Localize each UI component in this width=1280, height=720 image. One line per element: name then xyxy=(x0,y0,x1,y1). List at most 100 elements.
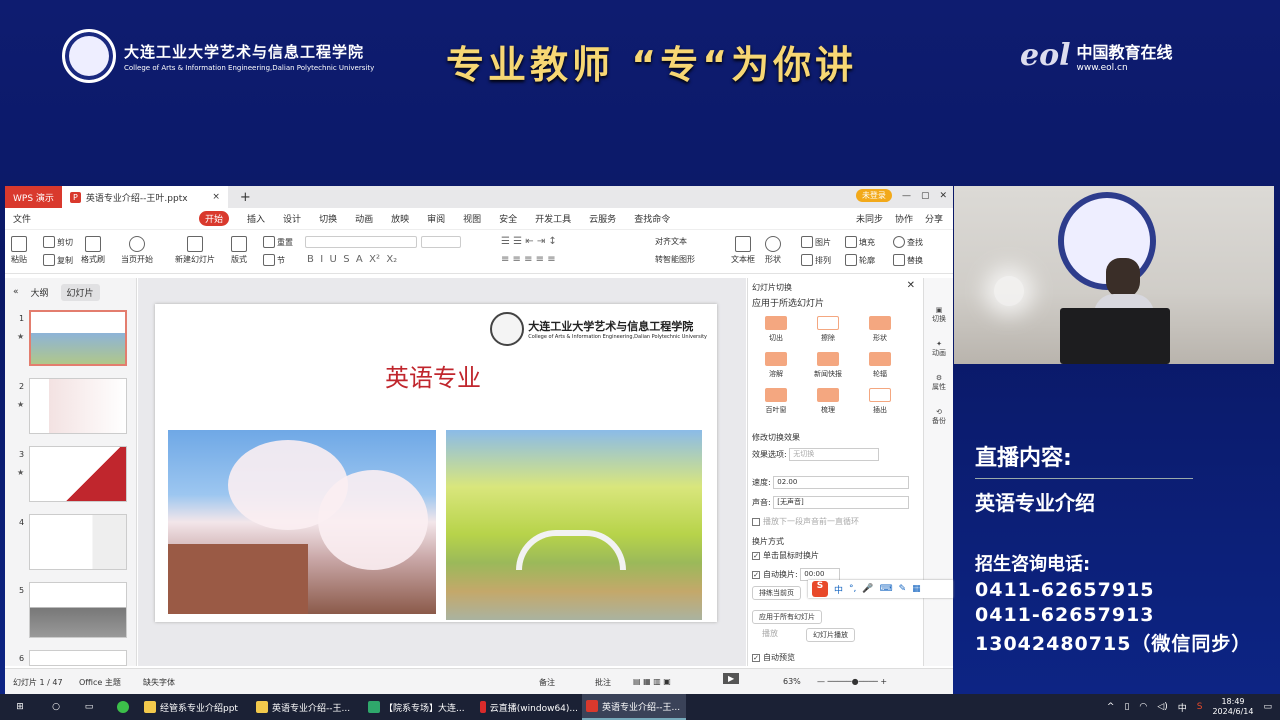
taskbar-item[interactable]: 云直播(window64)... xyxy=(476,694,582,720)
menu-security[interactable]: 安全 xyxy=(499,212,517,225)
menu-file[interactable]: 文件 xyxy=(13,212,31,225)
cut-button[interactable]: 剪切 xyxy=(43,236,73,248)
maximize-icon[interactable]: ▢ xyxy=(921,191,930,201)
menu-cloud[interactable]: 云服务 xyxy=(589,212,616,225)
play-from-current-button[interactable]: 当页开始 xyxy=(121,236,153,265)
menu-animation[interactable]: 动画 xyxy=(355,212,373,225)
task-view-button[interactable]: ▭ xyxy=(72,694,106,720)
volume-icon[interactable]: ◁) xyxy=(1157,702,1167,712)
tray-chevron-icon[interactable]: ^ xyxy=(1107,702,1115,712)
close-icon[interactable]: ✕ xyxy=(939,191,947,201)
menu-home[interactable]: 开始 xyxy=(199,211,230,226)
keyboard-icon[interactable]: ⌨ xyxy=(880,584,893,594)
replace-button[interactable]: 替换 xyxy=(893,254,923,266)
effect-newsflash[interactable]: 新闻快报 xyxy=(806,352,850,379)
missing-font-button[interactable]: 缺失字体 xyxy=(143,677,175,688)
zoom-level[interactable]: 63% xyxy=(783,677,801,686)
notes-button[interactable]: 备注 xyxy=(539,677,555,688)
comments-button[interactable]: 批注 xyxy=(595,677,611,688)
text-box-button[interactable]: 文本框 xyxy=(731,236,755,265)
slide-thumbnail[interactable] xyxy=(29,514,127,570)
find-button[interactable]: 查找 xyxy=(893,236,923,248)
on-click-checkbox[interactable]: ✓ 单击鼠标时换片 xyxy=(752,550,819,561)
tab-document[interactable]: P 英语专业介绍--王叶.pptx × xyxy=(61,186,228,208)
sidebar-properties[interactable]: ⚙ 属性 xyxy=(924,374,953,392)
menu-developer[interactable]: 开发工具 xyxy=(535,212,571,225)
menu-transition[interactable]: 切换 xyxy=(319,212,337,225)
picture-button[interactable]: 图片 xyxy=(801,236,831,248)
campus-blossom-photo[interactable] xyxy=(168,430,436,614)
effect-cut[interactable]: 切出 xyxy=(754,316,798,343)
sidebar-animation[interactable]: ✦ 动画 xyxy=(924,340,953,358)
skin-icon[interactable]: ✎ xyxy=(899,584,907,594)
current-slide[interactable]: 大连工业大学艺术与信息工程学院 College of Arts & Inform… xyxy=(155,304,717,622)
format-painter-button[interactable]: 格式刷 xyxy=(81,236,105,265)
menu-slideshow[interactable]: 放映 xyxy=(391,212,409,225)
menu-insert[interactable]: 插入 xyxy=(247,212,265,225)
sidebar-backup[interactable]: ⟲ 备份 xyxy=(924,408,953,426)
new-slide-button[interactable]: 新建幻灯片 xyxy=(175,236,215,265)
share-button[interactable]: 分享 xyxy=(925,212,943,225)
notification-icon[interactable]: ▭ xyxy=(1263,702,1272,712)
minimize-icon[interactable]: — xyxy=(902,191,911,201)
reset-button[interactable]: 重置 xyxy=(263,236,293,248)
input-method-toolbar[interactable]: S 中 °, 🎤 ⌨ ✎ ▦ xyxy=(808,580,953,598)
layout-button[interactable]: 版式 xyxy=(231,236,247,265)
convert-smartart-button[interactable]: 转智能图形 xyxy=(655,254,695,265)
play-button[interactable]: 播放 xyxy=(762,628,778,639)
effect-wheel[interactable]: 轮辐 xyxy=(858,352,902,379)
toolbox-icon[interactable]: ▦ xyxy=(912,584,921,594)
ime-punctuation-icon[interactable]: °, xyxy=(849,584,856,594)
new-tab-button[interactable]: + xyxy=(240,190,251,205)
taskbar-item[interactable]: 【院系专场】大连... xyxy=(364,694,476,720)
collapse-icon[interactable]: « xyxy=(13,287,19,297)
ime-mode[interactable]: 中 xyxy=(834,583,843,596)
arrange-button[interactable]: 排列 xyxy=(801,254,831,266)
campus-willow-photo[interactable] xyxy=(446,430,702,620)
taskbar-item-active[interactable]: 英语专业介绍--王... xyxy=(582,694,686,720)
font-family-select[interactable] xyxy=(305,236,417,248)
search-command[interactable]: 查找命令 xyxy=(634,212,670,225)
sync-status[interactable]: 未同步 xyxy=(856,212,883,225)
speed-input[interactable]: 02.00 xyxy=(773,476,910,489)
font-size-select[interactable] xyxy=(421,236,461,248)
align-text-button[interactable]: 对齐文本 xyxy=(655,236,687,247)
sidebar-transition[interactable]: ▣ 切换 xyxy=(924,306,953,324)
sogou-tray-icon[interactable]: S xyxy=(1197,702,1203,712)
slide-thumbnail[interactable] xyxy=(29,310,127,366)
zoom-slider[interactable]: — ─────●──── + xyxy=(817,677,887,686)
slide-thumbnail[interactable] xyxy=(29,650,127,666)
slideshow-button[interactable]: 幻灯片播放 xyxy=(806,628,855,642)
loop-checkbox[interactable]: 播放下一段声音前一直循环 xyxy=(752,516,859,527)
slide-thumbnail[interactable] xyxy=(29,446,127,502)
slide-thumbnail[interactable] xyxy=(29,582,127,638)
microphone-icon[interactable]: 🎤 xyxy=(862,584,873,594)
slide-title[interactable]: 英语专业 xyxy=(385,358,481,393)
collab-button[interactable]: 协作 xyxy=(895,212,913,225)
rehearse-button[interactable]: 排练当前页 xyxy=(752,586,801,600)
taskbar-item[interactable]: 英语专业介绍--王... xyxy=(252,694,364,720)
search-button[interactable]: ○ xyxy=(40,694,72,720)
paste-button[interactable]: 粘贴 xyxy=(11,236,27,265)
tab-wps-home[interactable]: WPS 演示 xyxy=(5,186,62,208)
browser-button[interactable] xyxy=(106,694,140,720)
view-buttons[interactable]: ▤ ▦ ▥ ▣ xyxy=(633,677,671,686)
menu-review[interactable]: 审阅 xyxy=(427,212,445,225)
section-button[interactable]: 节 xyxy=(263,254,285,266)
play-slideshow-button[interactable]: ▶ xyxy=(723,673,740,684)
shape-button[interactable]: 形状 xyxy=(765,236,781,265)
effect-blinds[interactable]: 百叶窗 xyxy=(754,388,798,415)
taskbar-item[interactable]: 经管系专业介绍ppt xyxy=(140,694,252,720)
close-tab-icon[interactable]: × xyxy=(212,192,220,202)
effect-push[interactable]: 插出 xyxy=(858,388,902,415)
autopreview-checkbox[interactable]: ✓ 自动预览 xyxy=(752,652,795,663)
effect-shape[interactable]: 形状 xyxy=(858,316,902,343)
login-button[interactable]: 未登录 xyxy=(855,189,892,202)
tray-lang[interactable]: 中 xyxy=(1178,701,1187,714)
panel-close-icon[interactable]: ✕ xyxy=(907,280,915,291)
tab-outline[interactable]: 大纲 xyxy=(31,286,49,299)
effect-option-select[interactable]: 无切换 xyxy=(789,448,880,461)
effect-dissolve[interactable]: 溶解 xyxy=(754,352,798,379)
apply-all-button[interactable]: 应用于所有幻灯片 xyxy=(752,610,822,624)
sound-select[interactable]: [无声音] xyxy=(773,496,910,509)
